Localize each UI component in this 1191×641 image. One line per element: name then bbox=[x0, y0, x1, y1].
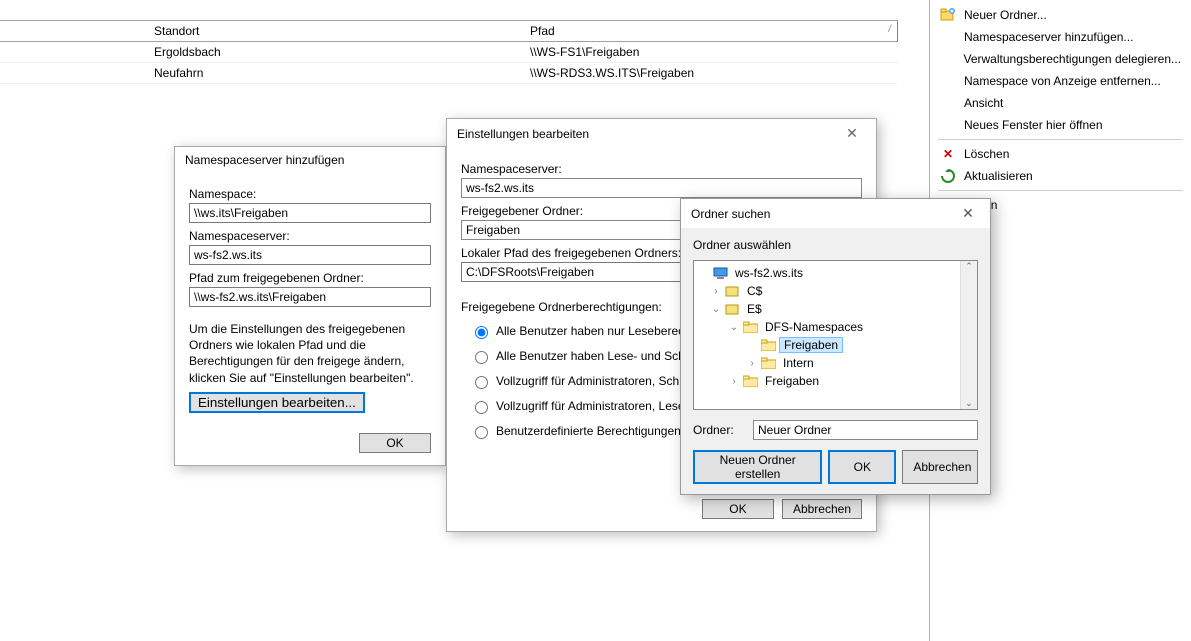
folder-label: Ordner: bbox=[693, 423, 753, 437]
namespace-servers-table: Standort Pfad/ Ergoldsbach \\WS-FS1\Frei… bbox=[0, 20, 898, 84]
collapse-icon[interactable]: ⌄ bbox=[728, 322, 740, 333]
ok-button[interactable]: OK bbox=[828, 450, 896, 484]
radio-input[interactable] bbox=[475, 376, 488, 389]
drive-icon bbox=[724, 284, 740, 298]
folder-new-icon: ★ bbox=[940, 7, 956, 23]
action-add-namespace-server[interactable]: Namespaceserver hinzufügen... bbox=[930, 26, 1191, 48]
action-delete[interactable]: ✕ Löschen bbox=[930, 143, 1191, 165]
dialog-titlebar[interactable]: Einstellungen bearbeiten ✕ bbox=[447, 119, 876, 148]
radio-input[interactable] bbox=[475, 401, 488, 414]
tree-node-computer[interactable]: › ws-fs2.ws.its bbox=[694, 264, 977, 282]
namespace-label: Namespace: bbox=[189, 187, 431, 201]
tree-node-freigaben[interactable]: › Freigaben bbox=[694, 372, 977, 390]
col-standort[interactable]: Standort bbox=[148, 21, 524, 41]
blank-icon bbox=[940, 29, 956, 45]
server-label: Namespaceserver: bbox=[461, 162, 862, 176]
radio-input[interactable] bbox=[475, 426, 488, 439]
cancel-button[interactable]: Abbrechen bbox=[782, 499, 862, 519]
dialog-title: Namespaceserver hinzufügen bbox=[185, 153, 344, 167]
browse-folder-dialog: Ordner suchen ✕ Ordner auswählen › ws-fs… bbox=[680, 198, 991, 495]
tree-node-drive-e[interactable]: ⌄ E$ bbox=[694, 300, 977, 318]
server-label: Namespaceserver: bbox=[189, 229, 431, 243]
separator bbox=[938, 190, 1183, 191]
tree-node-dfs-namespaces[interactable]: ⌄ DFS-Namespaces bbox=[694, 318, 977, 336]
table-header: Standort Pfad/ bbox=[0, 20, 898, 42]
close-icon[interactable]: ✕ bbox=[954, 205, 982, 222]
action-view[interactable]: Ansicht bbox=[930, 92, 1191, 114]
dialog-title: Einstellungen bearbeiten bbox=[457, 127, 589, 141]
cancel-button[interactable]: Abbrechen bbox=[902, 450, 978, 484]
dialog-titlebar[interactable]: Namespaceserver hinzufügen bbox=[175, 147, 445, 173]
dialog-title: Ordner suchen bbox=[691, 207, 770, 221]
ok-button[interactable]: OK bbox=[359, 433, 431, 453]
create-new-folder-button[interactable]: Neuen Ordner erstellen bbox=[693, 450, 822, 484]
expand-icon[interactable]: › bbox=[710, 286, 722, 297]
expand-icon[interactable]: › bbox=[728, 376, 740, 387]
action-remove-namespace[interactable]: Namespace von Anzeige entfernen... bbox=[930, 70, 1191, 92]
add-namespace-server-dialog: Namespaceserver hinzufügen Namespace: Na… bbox=[174, 146, 446, 466]
refresh-icon bbox=[940, 168, 956, 184]
namespace-field[interactable] bbox=[189, 203, 431, 223]
action-new-window[interactable]: Neues Fenster hier öffnen bbox=[930, 114, 1191, 136]
close-icon[interactable]: ✕ bbox=[838, 125, 866, 142]
folder-name-input[interactable] bbox=[753, 420, 978, 440]
tree-node-freigaben-selected[interactable]: › Freigaben bbox=[694, 336, 977, 354]
server-field[interactable] bbox=[189, 245, 431, 265]
help-text: Um die Einstellungen des freigegebenen O… bbox=[189, 321, 431, 386]
tree-node-drive-c[interactable]: › C$ bbox=[694, 282, 977, 300]
action-refresh[interactable]: Aktualisieren bbox=[930, 165, 1191, 187]
blank-icon bbox=[940, 117, 956, 133]
expand-icon[interactable]: › bbox=[746, 358, 758, 369]
folder-icon bbox=[760, 338, 776, 352]
blank-icon bbox=[940, 73, 956, 89]
table-row[interactable]: Neufahrn \\WS-RDS3.WS.ITS\Freigaben bbox=[0, 63, 898, 84]
drive-icon bbox=[724, 302, 740, 316]
path-field[interactable] bbox=[189, 287, 431, 307]
folder-icon bbox=[742, 374, 758, 388]
svg-text:★: ★ bbox=[949, 8, 954, 15]
separator bbox=[938, 139, 1183, 140]
folder-tree[interactable]: › ws-fs2.ws.its › C$ ⌄ E$ ⌄ DFS- bbox=[693, 260, 978, 410]
edit-settings-button[interactable]: Einstellungen bearbeiten... bbox=[189, 392, 365, 413]
collapse-icon[interactable]: ⌄ bbox=[710, 304, 722, 315]
scrollbar[interactable] bbox=[960, 261, 977, 409]
blank-icon bbox=[940, 51, 956, 67]
dialog-titlebar[interactable]: Ordner suchen ✕ bbox=[681, 199, 990, 228]
radio-input[interactable] bbox=[475, 351, 488, 364]
blank-icon bbox=[940, 95, 956, 111]
action-delegate-permissions[interactable]: Verwaltungsberechtigungen delegieren... bbox=[930, 48, 1191, 70]
col-pfad[interactable]: Pfad/ bbox=[524, 21, 898, 41]
folder-icon bbox=[760, 356, 776, 370]
table-row[interactable]: Ergoldsbach \\WS-FS1\Freigaben bbox=[0, 42, 898, 63]
path-label: Pfad zum freigegebenen Ordner: bbox=[189, 271, 431, 285]
computer-icon bbox=[712, 266, 728, 280]
radio-input[interactable] bbox=[475, 326, 488, 339]
folder-icon bbox=[742, 320, 758, 334]
action-new-folder[interactable]: ★ Neuer Ordner... bbox=[930, 4, 1191, 26]
subtitle: Ordner auswählen bbox=[693, 238, 978, 252]
server-value: ws-fs2.ws.its bbox=[461, 178, 862, 198]
delete-icon: ✕ bbox=[940, 146, 956, 162]
ok-button[interactable]: OK bbox=[702, 499, 774, 519]
col-empty[interactable] bbox=[0, 21, 148, 41]
tree-node-intern[interactable]: › Intern bbox=[694, 354, 977, 372]
